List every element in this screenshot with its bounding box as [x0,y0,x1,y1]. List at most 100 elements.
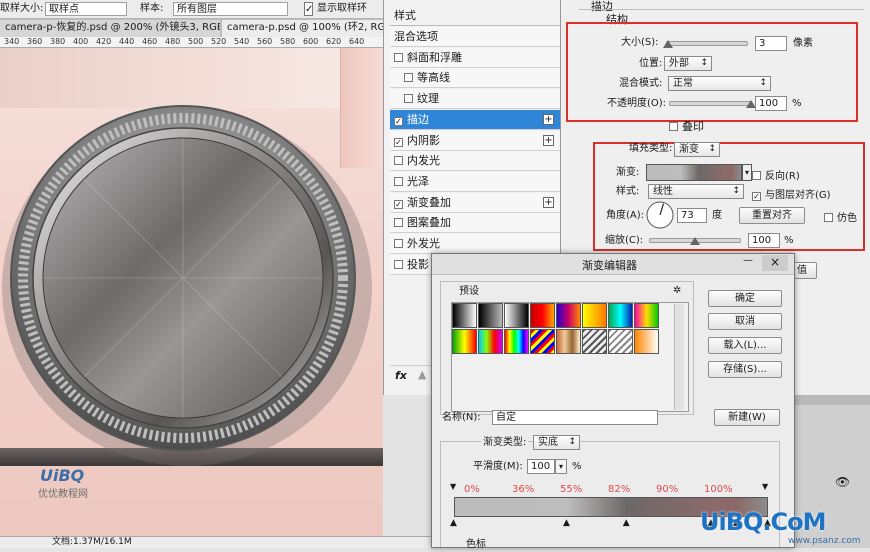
preset-swatch[interactable] [556,329,581,354]
opacity-stop-left[interactable]: ▼ [450,482,456,491]
add-style-icon[interactable]: + [543,134,554,146]
cancel-button[interactable]: 取消 [708,313,782,330]
style-item-checkbox[interactable] [394,218,403,228]
ruler-tick-label: 520 [211,37,227,46]
fill-type-select[interactable]: 渐变 [674,142,720,157]
style-item[interactable]: 内发光 [390,151,560,172]
style-item[interactable]: ✓ 渐变叠加 + [390,192,560,213]
preset-swatch[interactable] [478,303,503,328]
color-stop-marker[interactable]: ▲ [450,518,457,528]
preset-swatch[interactable] [504,303,529,328]
reverse-checkbox[interactable]: 反向(R) [752,167,800,182]
move-up-icon[interactable]: ▲ [418,368,426,381]
preset-swatch[interactable] [556,303,581,328]
sample-select[interactable]: 所有图层 [173,2,288,16]
size-slider[interactable] [666,41,748,46]
style-item[interactable]: 图案叠加 [390,213,560,234]
smoothness-dropdown-icon[interactable]: ▾ [555,459,567,474]
dither-checkbox[interactable]: 仿色 [824,209,857,224]
size-input[interactable]: 3 [755,36,787,51]
preset-swatch[interactable] [582,303,607,328]
preset-swatch[interactable] [634,303,659,328]
presets-settings-icon[interactable]: ✲ [673,284,681,298]
add-style-icon[interactable]: + [543,196,554,208]
align-checkbox[interactable]: ✓ 与图层对齐(G) [752,186,831,201]
overprint-checkbox[interactable]: 叠印 [669,118,704,134]
preset-swatch[interactable] [608,303,633,328]
size-label: 大小(S): [621,37,659,48]
document-tabs: camera-p-恢复的.psd @ 200% (外镜头3, RGB/8) * … [0,19,383,37]
style-item[interactable]: ✓ 内阴影 + [390,130,560,151]
align-check-icon: ✓ [752,192,761,201]
blend-mode-select[interactable]: 正常 [668,76,771,91]
gradient-dropdown-arrow-icon[interactable]: ▾ [742,164,752,181]
preset-swatch[interactable] [452,303,477,328]
minimize-icon[interactable]: — [737,255,759,271]
sample-size-select[interactable]: 取样点 [45,2,127,16]
opacity-stop-right[interactable]: ▼ [762,482,768,491]
style-item-checkbox[interactable] [394,52,403,62]
style-item[interactable]: 混合选项 [390,27,560,47]
style-item[interactable]: ✓ 描边 + [390,109,560,130]
opacity-slider[interactable] [669,101,751,106]
preset-swatch[interactable] [452,329,477,354]
name-input[interactable]: 自定 [492,410,658,425]
style-item-checkbox[interactable]: ✓ [394,199,403,209]
style-select[interactable]: 线性 [648,184,744,199]
preset-swatch[interactable] [530,329,555,354]
style-item[interactable]: 斜面和浮雕 [390,47,560,68]
angle-dial[interactable] [645,200,675,230]
styles-header[interactable]: 样式 [390,6,560,26]
scale-slider-thumb[interactable] [690,237,700,245]
style-item-checkbox[interactable] [404,73,413,83]
close-icon[interactable]: × [762,255,788,271]
style-item-checkbox[interactable] [394,259,403,269]
preset-swatch[interactable] [478,329,503,354]
style-item[interactable]: 光泽 [390,171,560,192]
style-item[interactable]: 纹理 [390,89,560,110]
preset-swatch[interactable] [582,329,607,354]
gradient-type-select[interactable]: 实底 [533,435,580,450]
fx-icon[interactable]: fx [395,369,407,382]
style-item-checkbox[interactable] [394,239,403,248]
doc-tab-1[interactable]: camera-p-恢复的.psd @ 200% (外镜头3, RGB/8) * [0,20,220,37]
style-item[interactable]: 等高线 [390,68,560,89]
color-stop-label: 色标 [466,539,486,550]
presets-group: 预设 ✲ [440,281,694,415]
fill-type-label: 填充类型: [629,143,673,154]
new-button[interactable]: 新建(W) [714,409,780,426]
style-item-checkbox[interactable]: ✓ [394,137,403,147]
save-button[interactable]: 存储(S)... [708,361,782,378]
gradient-preview[interactable] [646,164,742,181]
color-stop-marker[interactable]: ▲ [623,518,630,528]
preset-swatch[interactable] [634,329,659,354]
stop-position-label: 0% [464,484,480,495]
style-item-label: 外发光 [407,237,440,250]
document-canvas[interactable]: UiBQ 优优教程网 [0,48,383,536]
reset-align-button[interactable]: 重置对齐 [739,207,805,224]
smoothness-input[interactable]: 100 [527,459,555,474]
position-select[interactable]: 外部 [664,56,712,71]
presets-scrollbar[interactable] [674,304,684,410]
ok-button[interactable]: 确定 [708,290,782,307]
eye-icon[interactable]: 👁 [835,475,865,495]
angle-input[interactable]: 73 [677,208,707,223]
style-item-checkbox[interactable] [394,156,403,166]
color-stop-marker[interactable]: ▲ [563,518,570,528]
doc-tab-2[interactable]: camera-p.psd @ 100% (环2, RGB/8) [222,20,383,37]
style-item-checkbox[interactable] [394,176,403,186]
preset-swatch[interactable] [530,303,555,328]
style-item[interactable]: 外发光 [390,234,560,254]
load-button[interactable]: 载入(L)... [708,337,782,354]
show-ring-checkbox[interactable]: ✓ 显示取样环 [304,2,367,16]
scale-input[interactable]: 100 [748,233,780,248]
preset-swatch[interactable] [608,329,633,354]
style-item-checkbox[interactable]: ✓ [394,116,403,126]
style-item-checkbox[interactable] [404,94,413,104]
opacity-input[interactable]: 100 [755,96,787,111]
stroke-title: 描边 [591,0,613,13]
add-style-icon[interactable]: + [543,113,554,125]
style-item-label: 描边 [407,112,429,126]
preset-swatch[interactable] [504,329,529,354]
size-slider-thumb[interactable] [662,40,673,48]
